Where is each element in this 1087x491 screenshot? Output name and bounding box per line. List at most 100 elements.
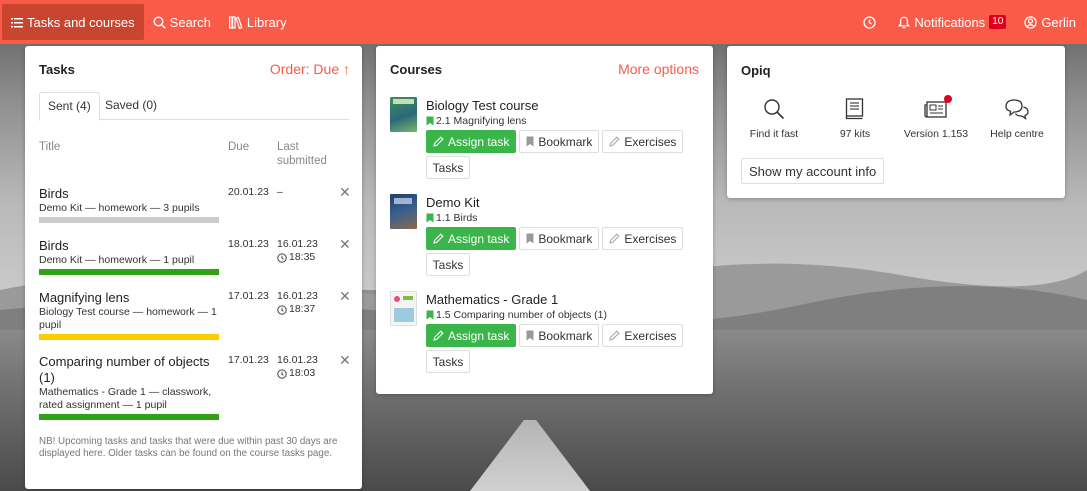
task-last-submitted: 16.01.23 18:03 — [277, 354, 318, 380]
tab-saved[interactable]: Saved (0) — [97, 92, 165, 121]
opiq-version[interactable]: Version 1.153 — [898, 95, 974, 140]
task-title: Birds — [39, 238, 69, 253]
column-title: Title — [39, 141, 61, 153]
task-last-submitted: – — [277, 186, 283, 199]
assign-task-label: Assign task — [448, 328, 510, 343]
task-title: Magnifying lens — [39, 290, 130, 305]
bookmark-button[interactable]: Bookmark — [519, 227, 600, 250]
exercises-button[interactable]: Exercises — [602, 130, 684, 153]
course-cover-mathematics[interactable] — [390, 291, 417, 326]
opiq-kits[interactable]: 97 kits — [817, 96, 893, 140]
clock-icon — [863, 15, 877, 29]
task-progress-bar — [39, 217, 219, 223]
nav-user[interactable]: Gerlin — [1015, 4, 1085, 40]
task-due: 17.01.23 — [228, 290, 269, 302]
close-icon[interactable]: ✕ — [339, 184, 351, 201]
library-icon — [228, 15, 243, 29]
task-subtitle: Demo Kit — homework — 3 pupils — [39, 202, 200, 214]
task-last-submitted: 16.01.23 18:37 — [277, 290, 318, 316]
task-subtitle: Demo Kit — homework — 1 pupil — [39, 254, 195, 266]
task-subtitle: Biology Test course — homework — 1 pupil — [39, 306, 217, 331]
nav-search-label: Search — [169, 14, 211, 30]
bookmark-icon — [526, 233, 534, 244]
exercises-button[interactable]: Exercises — [602, 324, 684, 347]
task-last-time: 18:35 — [289, 251, 316, 263]
nav-tasks-and-courses[interactable]: Tasks and courses — [2, 4, 144, 40]
course-section[interactable]: 2.1 Magnifying lens — [436, 115, 526, 127]
opiq-help-centre[interactable]: Help centre — [979, 96, 1055, 140]
notifications-badge: 10 — [989, 15, 1007, 29]
course-tasks-button[interactable]: Tasks — [426, 350, 470, 373]
task-title: Comparing number of objects (1) — [39, 354, 210, 385]
course-tasks-button[interactable]: Tasks — [426, 253, 470, 276]
assign-task-label: Assign task — [448, 231, 510, 246]
task-progress-bar — [39, 414, 219, 420]
task-due: 17.01.23 — [228, 354, 269, 366]
bookmark-button[interactable]: Bookmark — [519, 130, 600, 153]
tab-sent[interactable]: Sent (4) — [39, 92, 100, 121]
pencil-icon — [433, 136, 444, 147]
search-icon — [153, 15, 166, 29]
opiq-item-label: Help centre — [990, 128, 1044, 140]
exercises-button[interactable]: Exercises — [602, 227, 684, 250]
course-cover-demo[interactable] — [390, 194, 417, 229]
task-row[interactable]: Magnifying lens Biology Test course — ho… — [39, 288, 351, 340]
bookmark-icon — [526, 330, 534, 341]
pencil-icon — [433, 330, 444, 341]
task-last-date: 16.01.23 — [277, 238, 318, 250]
close-icon[interactable]: ✕ — [339, 352, 351, 369]
course-tasks-button[interactable]: Tasks — [426, 156, 470, 179]
pencil-icon — [433, 233, 444, 244]
clock-icon — [277, 368, 287, 379]
pencil-icon — [609, 330, 620, 341]
tasks-note: NB! Upcoming tasks and tasks that were d… — [39, 436, 338, 459]
opiq-item-label: 97 kits — [839, 128, 871, 140]
task-last-date: – — [277, 186, 283, 198]
nav-notifications[interactable]: Notifications 10 — [889, 4, 1015, 40]
order-button[interactable]: Order: Due ↑ — [270, 61, 350, 77]
bookmark-label: Bookmark — [538, 231, 593, 246]
bookmark-icon — [426, 213, 434, 223]
task-row[interactable]: Comparing number of objects (1) Mathemat… — [39, 352, 351, 420]
exercises-label: Exercises — [624, 231, 677, 246]
nav-history[interactable] — [854, 4, 889, 40]
nav-search[interactable]: Search — [144, 4, 220, 40]
task-last-time: 18:37 — [289, 303, 316, 315]
assign-task-button[interactable]: Assign task — [426, 227, 517, 250]
opiq-find-it-fast[interactable]: Find it fast — [736, 96, 812, 140]
task-row[interactable]: Birds Demo Kit — homework — 1 pupil 18.0… — [39, 236, 351, 275]
column-due: Due — [228, 141, 250, 153]
more-options-link[interactable]: More options — [618, 61, 699, 77]
task-last-submitted: 16.01.23 18:35 — [277, 238, 318, 264]
close-icon[interactable]: ✕ — [339, 236, 351, 253]
show-account-info-button[interactable]: Show my account info — [741, 158, 885, 184]
course-section[interactable]: 1.5 Comparing number of objects (1) — [436, 309, 607, 321]
tasks-title: Tasks — [39, 61, 75, 77]
user-icon — [1024, 15, 1038, 29]
opiq-card: Opiq Find it fast 97 kits Version 1.153 … — [727, 46, 1065, 198]
task-last-date: 16.01.23 — [277, 354, 318, 366]
search-icon — [764, 99, 785, 120]
nav-library-label: Library — [246, 14, 287, 30]
bell-icon — [898, 16, 911, 28]
course-name[interactable]: Demo Kit — [426, 194, 696, 211]
task-progress-bar — [39, 269, 219, 275]
course-cover-biology[interactable] — [390, 97, 417, 132]
pencil-icon — [609, 136, 620, 147]
bookmark-button[interactable]: Bookmark — [519, 324, 600, 347]
nav-library[interactable]: Library — [220, 4, 296, 40]
task-title: Birds — [39, 186, 69, 201]
book-icon — [845, 98, 864, 120]
nav-notifications-label: Notifications — [914, 14, 986, 30]
assign-task-button[interactable]: Assign task — [426, 324, 517, 347]
close-icon[interactable]: ✕ — [339, 288, 351, 305]
top-navigation: Tasks and courses Search Library Notific… — [0, 0, 1087, 44]
course-name[interactable]: Mathematics - Grade 1 — [426, 291, 696, 308]
course-name[interactable]: Biology Test course — [426, 97, 696, 114]
assign-task-button[interactable]: Assign task — [426, 130, 517, 153]
tasks-card: Tasks Order: Due ↑ Sent (4) Saved (0) Ti… — [25, 46, 362, 489]
task-row[interactable]: Birds Demo Kit — homework — 3 pupils 20.… — [39, 184, 351, 223]
task-last-date: 16.01.23 — [277, 290, 318, 302]
assign-task-label: Assign task — [448, 134, 510, 149]
course-section[interactable]: 1.1 Birds — [436, 212, 477, 224]
